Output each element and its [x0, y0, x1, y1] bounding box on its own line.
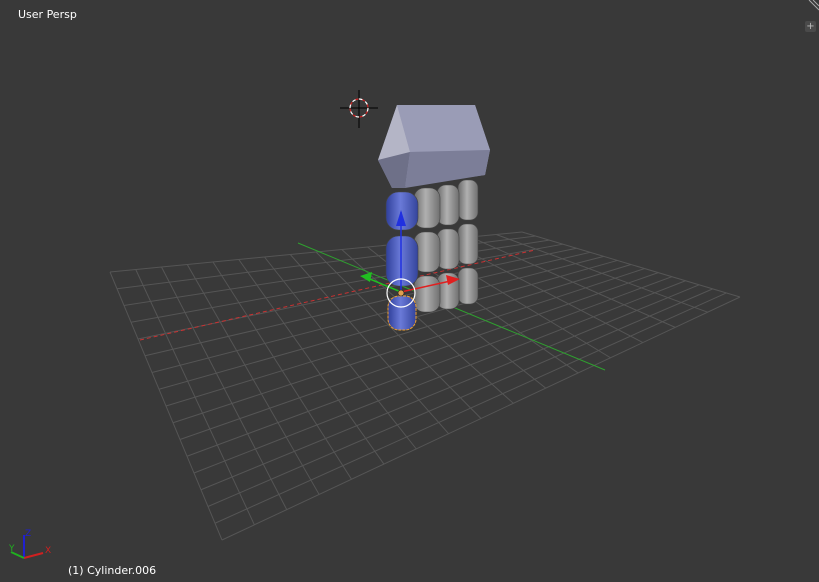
grey-segment [413, 275, 441, 313]
view-name-label: User Persp [18, 8, 77, 21]
grid-line [200, 284, 700, 491]
gizmo-y-label: Y [8, 544, 15, 554]
area-split-corner-icon[interactable] [805, 0, 819, 14]
gizmo-x-label: X [45, 546, 51, 556]
toolshelf-toggle-button[interactable]: + [805, 21, 816, 32]
model-body [378, 105, 490, 331]
grey-segment [457, 267, 479, 305]
grid-line [193, 280, 686, 474]
grid-line [341, 249, 514, 404]
grid-line [496, 234, 708, 313]
3d-cursor-icon[interactable] [340, 90, 378, 128]
grid-line [172, 268, 645, 424]
grid-line [221, 296, 741, 541]
active-object-label: (1) Cylinder.006 [68, 564, 157, 577]
grid-line [207, 288, 713, 507]
3d-viewport[interactable]: Z X Y User Persp (1) Cylinder.006 + [0, 0, 819, 582]
grid-line [214, 292, 727, 524]
gizmo-z-label: Z [25, 529, 31, 539]
axis-gizmo: Z X Y [8, 529, 51, 559]
grey-segment [457, 179, 479, 221]
scene-canvas[interactable]: Z X Y [0, 0, 819, 582]
origin-dot [397, 289, 405, 297]
grey-segment [457, 223, 479, 265]
